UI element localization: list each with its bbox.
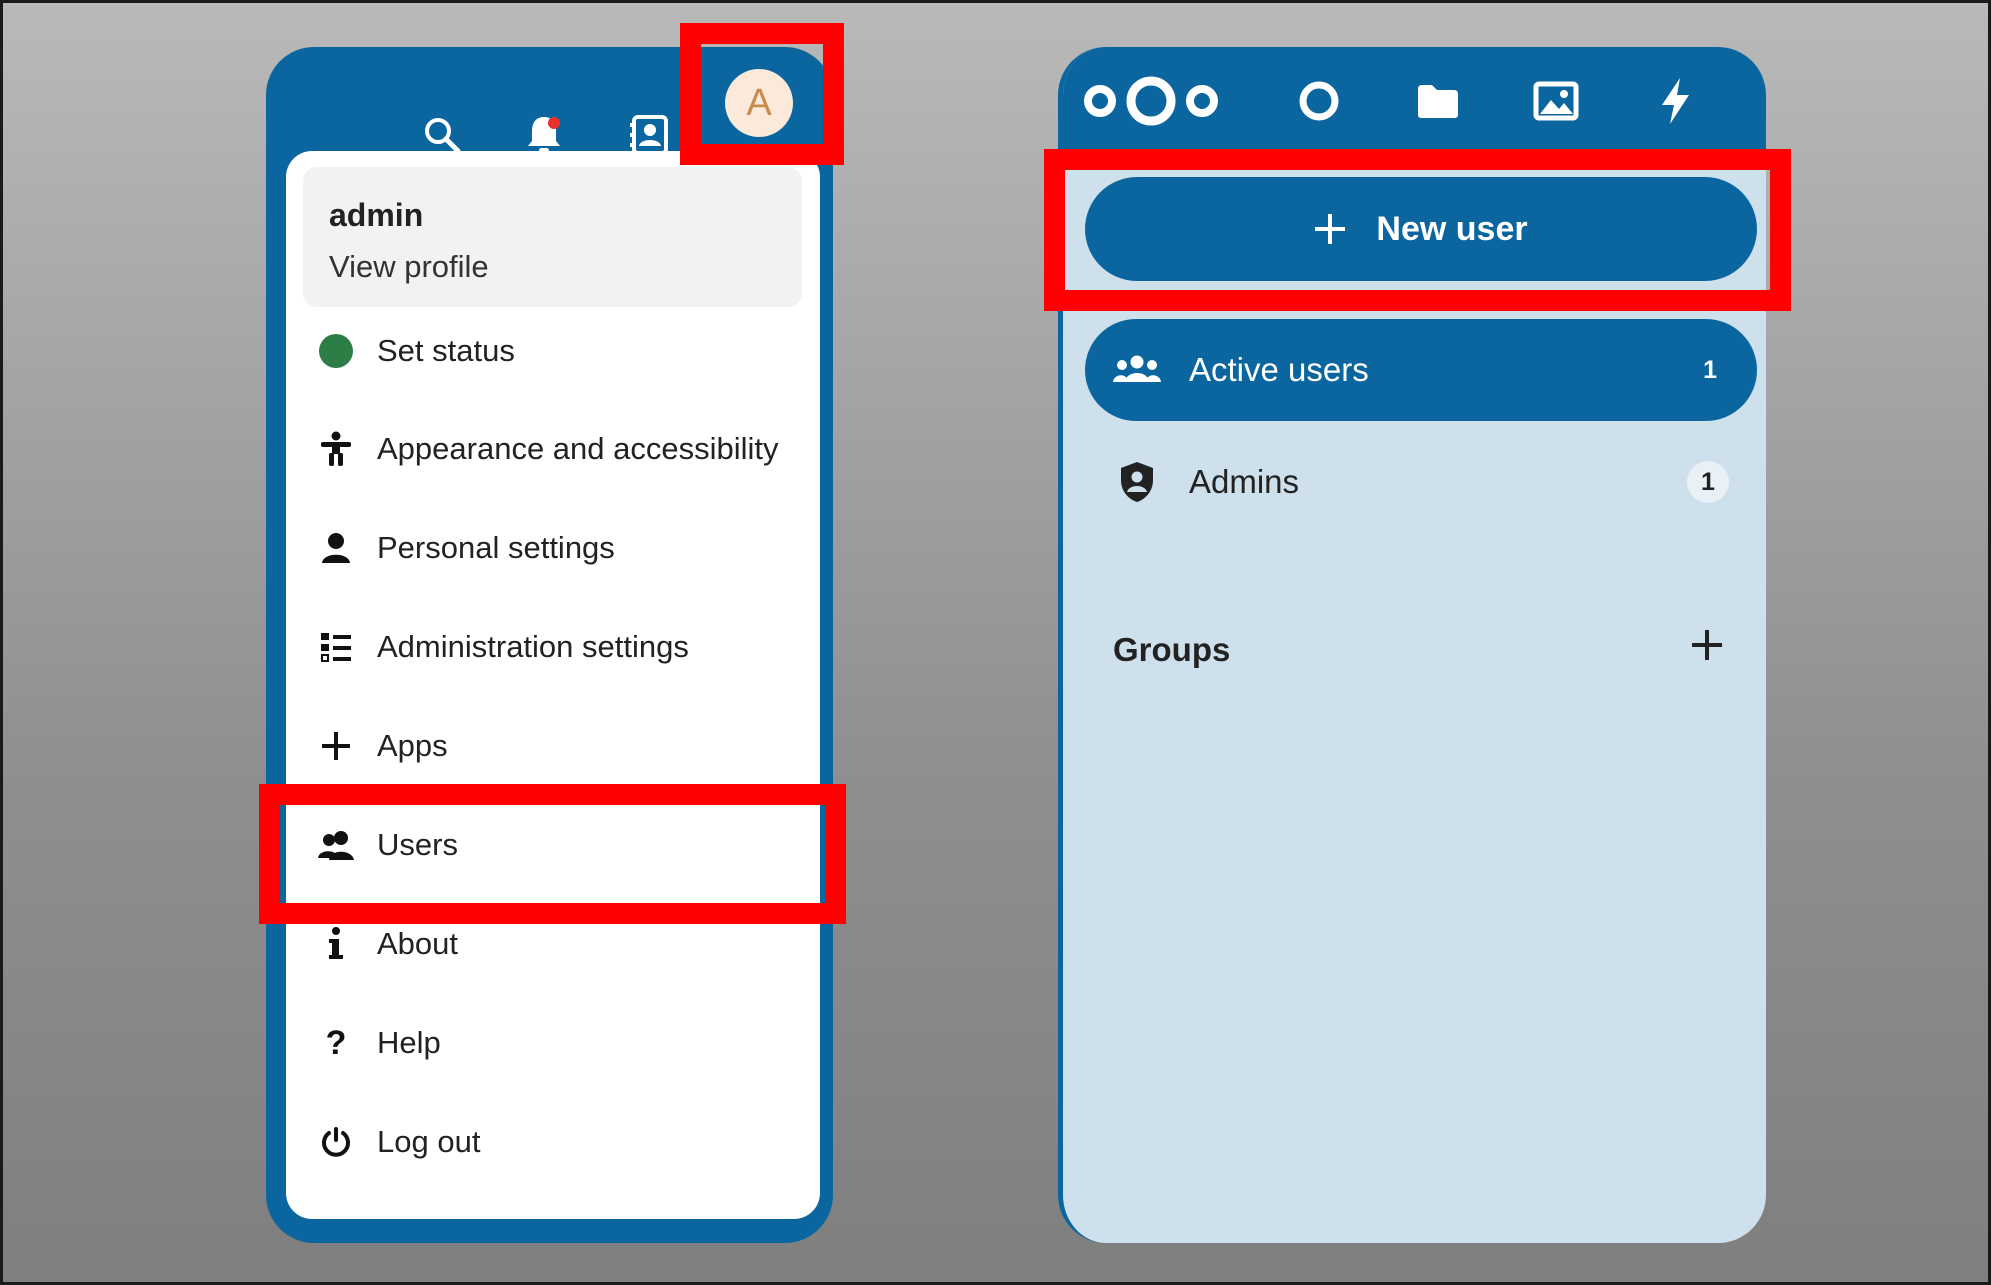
group-item-active-users[interactable]: Active users 1 [1085, 319, 1757, 421]
app-header [1063, 47, 1766, 151]
accessibility-icon [316, 429, 356, 469]
highlight-box-avatar [680, 23, 844, 165]
menu-item-set-status[interactable]: Set status [286, 311, 820, 391]
menu-item-apps[interactable]: Apps [286, 706, 820, 786]
menu-item-label: Set status [377, 333, 515, 368]
menu-item-help[interactable]: ? Help [286, 1003, 820, 1083]
highlight-box-users [259, 784, 846, 924]
user-menu-dropdown: admin View profile Set status Appearance… [286, 151, 820, 1219]
person-icon [316, 528, 356, 568]
files-folder-icon[interactable] [1408, 71, 1468, 131]
profile-card[interactable]: admin View profile [303, 167, 802, 307]
nextcloud-logo-icon[interactable] [1077, 71, 1225, 131]
menu-item-label: Personal settings [377, 530, 615, 565]
menu-item-label: Administration settings [377, 629, 689, 664]
group-item-admins[interactable]: Admins 1 [1085, 431, 1757, 533]
view-profile-link[interactable]: View profile [329, 249, 489, 285]
group-count-badge: 1 [1687, 461, 1729, 503]
menu-item-label: Apps [377, 728, 448, 763]
plus-icon [316, 726, 356, 766]
activity-bolt-icon[interactable] [1645, 71, 1705, 131]
info-icon [316, 924, 356, 964]
users-group-icon [1113, 346, 1161, 394]
menu-item-appearance[interactable]: Appearance and accessibility [286, 409, 820, 489]
photos-image-icon[interactable] [1526, 71, 1586, 131]
question-icon: ? [325, 1023, 347, 1062]
list-settings-icon [316, 627, 356, 667]
group-label: Active users [1189, 351, 1369, 388]
screenshot-canvas: A admin View profile Set status Appearan… [0, 0, 1991, 1285]
menu-item-log-out[interactable]: Log out [286, 1102, 820, 1182]
user-menu-panel: A admin View profile Set status Appearan… [266, 47, 833, 1243]
menu-item-label: Log out [377, 1124, 481, 1159]
menu-item-label: About [377, 926, 459, 961]
add-group-plus-icon[interactable] [1685, 623, 1729, 667]
menu-item-label: Appearance and accessibility [377, 431, 779, 466]
power-icon [316, 1122, 356, 1162]
status-dot-icon [316, 331, 356, 371]
menu-item-label: Help [377, 1025, 441, 1060]
group-label: Admins [1189, 463, 1300, 500]
menu-item-personal-settings[interactable]: Personal settings [286, 508, 820, 588]
profile-username: admin [329, 197, 424, 233]
admin-shield-icon [1113, 458, 1161, 506]
groups-section-caption: Groups [1113, 631, 1231, 668]
dashboard-circle-icon[interactable] [1289, 71, 1349, 131]
menu-item-administration-settings[interactable]: Administration settings [286, 607, 820, 687]
highlight-box-new-user [1044, 149, 1791, 311]
group-count: 1 [1703, 355, 1717, 384]
